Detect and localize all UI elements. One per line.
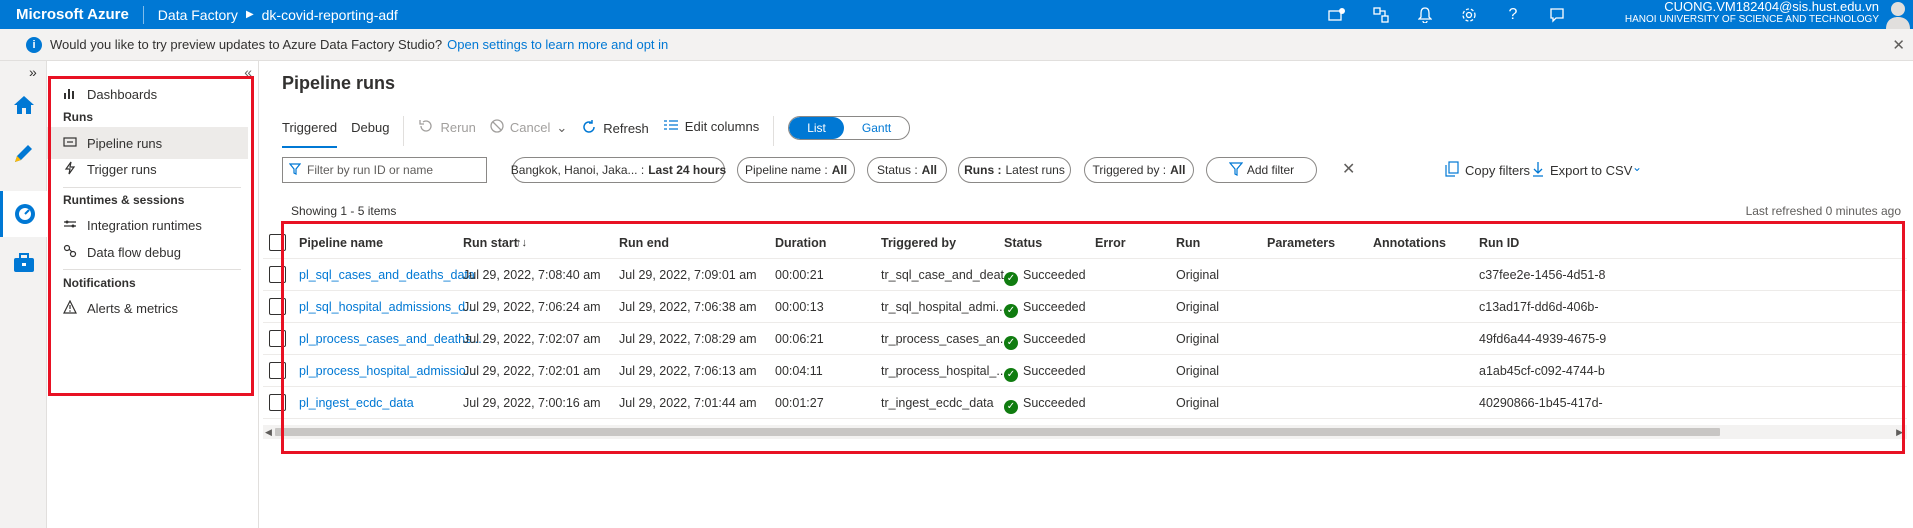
author-pencil-icon[interactable] (0, 130, 47, 176)
updates-icon[interactable] (1326, 4, 1348, 26)
help-icon[interactable]: ? (1502, 4, 1524, 26)
tab-triggered[interactable]: Triggered (282, 116, 338, 148)
cancel-label: Cancel (509, 120, 551, 135)
user-email: CUONG.VM182404@sis.hust.edu.vn (1664, 0, 1879, 14)
pipeline-filter-pill[interactable]: Pipeline name : All (737, 157, 855, 183)
view-gantt-button[interactable]: Gantt (844, 117, 909, 139)
toolbar: Triggered Debug Rerun Cancel ⌄ Refresh E… (282, 116, 911, 152)
copy-filters-button[interactable]: Copy filters (1445, 161, 1530, 180)
timezone-value: Last 24 hours (648, 163, 727, 177)
add-filter-label: Add filter (1246, 163, 1295, 177)
columns-icon (663, 119, 679, 134)
filter-bar: Filter by run ID or name Bangkok, Hanoi,… (282, 157, 1907, 183)
search-input[interactable]: Filter by run ID or name (282, 157, 487, 183)
status-filter-pill[interactable]: Status : All (867, 157, 947, 183)
refresh-icon (581, 119, 597, 138)
toolbar-divider (403, 116, 405, 146)
download-icon (1532, 161, 1544, 180)
add-filter-icon (1228, 161, 1244, 179)
gear-icon[interactable] (1458, 4, 1480, 26)
refresh-label: Refresh (603, 121, 649, 136)
left-rail: » (0, 61, 47, 528)
edit-columns-button[interactable]: Edit columns (663, 116, 759, 134)
timezone-label: Bangkok, Hanoi, Jaka... : (510, 163, 645, 177)
refresh-button[interactable]: Refresh (581, 116, 649, 138)
home-icon[interactable] (0, 82, 47, 128)
cancel-button[interactable]: Cancel ⌄ (490, 116, 567, 136)
breadcrumb: Data Factory ▶ dk-covid-reporting-adf (144, 7, 398, 23)
runs-filter-label: Runs : (964, 163, 1002, 177)
user-account[interactable]: CUONG.VM182404@sis.hust.edu.vn HANOI UNI… (1625, 0, 1879, 26)
rerun-button[interactable]: Rerun (418, 116, 476, 136)
view-list-button[interactable]: List (789, 117, 844, 139)
filter-icon (288, 162, 302, 178)
add-filter-button[interactable]: Add filter (1206, 157, 1317, 183)
top-icons: ? (1326, 0, 1568, 29)
user-org: HANOI UNIVERSITY OF SCIENCE AND TECHNOLO… (1624, 14, 1879, 25)
tab-debug[interactable]: Debug (351, 116, 389, 148)
highlight-box-table (281, 221, 1905, 454)
banner-settings-link[interactable]: Open settings to learn more and opt in (447, 37, 668, 52)
expand-icon[interactable]: » (29, 64, 37, 80)
rerun-label: Rerun (440, 120, 476, 135)
export-chevron-down-icon[interactable]: ⌄ (1632, 160, 1642, 174)
breadcrumb-service[interactable]: Data Factory (158, 7, 238, 23)
avatar[interactable] (1883, 0, 1913, 29)
brand-title[interactable]: Microsoft Azure (0, 5, 144, 24)
copy-icon (1445, 161, 1459, 180)
runs-filter-value: Latest runs (1005, 163, 1065, 177)
last-refreshed: Last refreshed 0 minutes ago (1745, 204, 1901, 218)
pipeline-filter-label: Pipeline name : (744, 163, 828, 177)
monitor-icon[interactable] (0, 191, 47, 237)
chevron-down-icon: ⌄ (556, 119, 568, 135)
manage-toolbox-icon[interactable] (0, 240, 47, 286)
status-filter-label: Status : (876, 163, 918, 177)
info-icon: i (26, 36, 42, 53)
directory-icon[interactable] (1370, 4, 1392, 26)
preview-banner: i Would you like to try preview updates … (0, 29, 1913, 61)
timezone-filter-pill[interactable]: Bangkok, Hanoi, Jaka... : Last 24 hours (510, 157, 727, 183)
banner-message: Would you like to try preview updates to… (50, 37, 443, 52)
cancel-icon (490, 119, 504, 136)
rerun-icon (418, 119, 434, 136)
scroll-left-icon[interactable]: ◀ (265, 425, 272, 439)
edit-columns-label: Edit columns (684, 119, 760, 134)
triggered-filter-pill[interactable]: Triggered by : All (1084, 157, 1194, 183)
highlight-box-nav (48, 76, 254, 396)
copy-filters-label: Copy filters (1465, 163, 1531, 178)
clear-filters-icon[interactable]: ✕ (1342, 159, 1355, 179)
view-toggle: List Gantt (788, 116, 911, 140)
search-placeholder: Filter by run ID or name (307, 163, 434, 177)
triggered-filter-label: Triggered by : (1092, 163, 1167, 177)
item-count: Showing 1 - 5 items (291, 204, 397, 218)
export-csv-button[interactable]: Export to CSV (1532, 161, 1632, 180)
status-filter-value: All (921, 163, 938, 177)
chevron-right-icon: ▶ (245, 9, 254, 20)
bell-icon[interactable] (1414, 4, 1436, 26)
runs-filter-pill[interactable]: Runs : Latest runs (958, 157, 1071, 183)
feedback-icon[interactable] (1546, 4, 1568, 26)
breadcrumb-factory[interactable]: dk-covid-reporting-adf (262, 7, 398, 23)
page-title: Pipeline runs (282, 73, 396, 93)
toolbar-divider (773, 116, 775, 146)
triggered-filter-value: All (1170, 163, 1186, 177)
export-csv-label: Export to CSV (1550, 163, 1633, 178)
close-icon[interactable]: ✕ (1892, 36, 1905, 54)
pipeline-filter-value: All (831, 163, 848, 177)
top-bar: Microsoft Azure Data Factory ▶ dk-covid-… (0, 0, 1913, 29)
